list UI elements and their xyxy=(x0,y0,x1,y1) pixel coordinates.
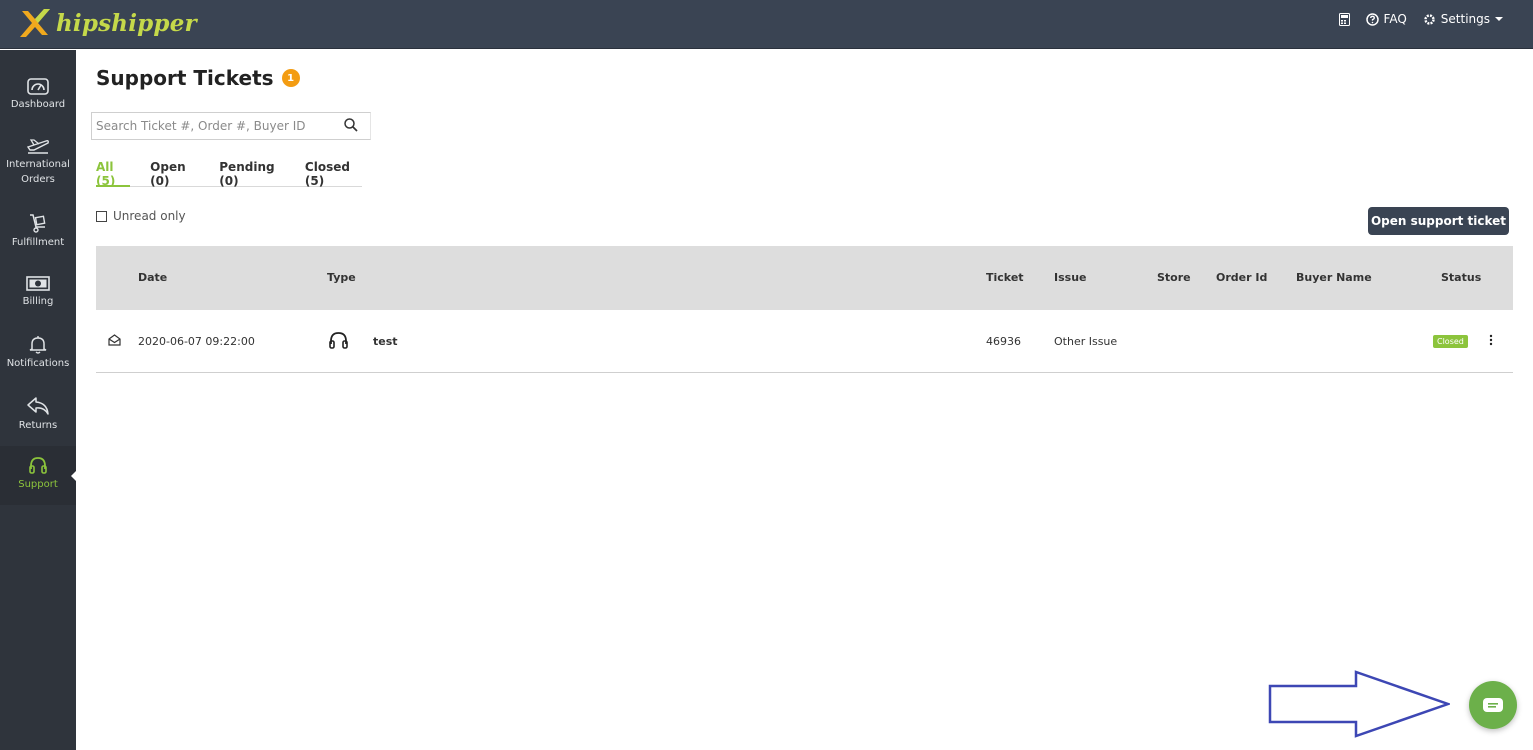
calculator-icon xyxy=(1338,12,1350,26)
sidebar-active-pointer xyxy=(71,468,79,484)
faq-link[interactable]: FAQ xyxy=(1365,12,1407,26)
settings-menu[interactable]: Settings xyxy=(1423,12,1503,26)
column-header-date[interactable]: Date xyxy=(138,271,167,284)
top-bar: hipshipper FAQ Settings xyxy=(0,0,1533,49)
column-header-issue[interactable]: Issue xyxy=(1054,271,1086,284)
search-box xyxy=(91,112,371,140)
return-arrow-icon xyxy=(27,397,49,415)
open-support-ticket-button[interactable]: Open support ticket xyxy=(1368,207,1509,235)
plane-icon xyxy=(26,139,49,154)
unread-count-badge: 1 xyxy=(281,69,300,87)
bell-icon xyxy=(29,336,47,354)
faq-label: FAQ xyxy=(1383,12,1407,26)
sidebar-item-support[interactable]: Support xyxy=(0,456,76,492)
envelope-open-icon xyxy=(108,334,121,346)
sidebar-item-returns[interactable]: Returns xyxy=(0,396,76,433)
cell-issue: Other Issue xyxy=(1054,335,1118,348)
sidebar: Dashboard International Orders Fulfillme… xyxy=(0,50,79,750)
page-title: Support Tickets 1 xyxy=(96,66,300,90)
ticket-tabs: All (5) Open (0) Pending (0) Closed (5) xyxy=(96,158,362,188)
sidebar-item-international-orders[interactable]: International Orders xyxy=(0,138,76,187)
column-header-order-id[interactable]: Order Id xyxy=(1216,271,1267,284)
unread-only-label: Unread only xyxy=(113,209,186,223)
unread-only-checkbox[interactable] xyxy=(96,210,107,222)
column-header-type[interactable]: Type xyxy=(327,271,356,284)
logo-text: hipshipper xyxy=(56,9,197,37)
sidebar-item-label: Notifications xyxy=(6,358,70,369)
table-row[interactable]: 2020-06-07 09:22:00 test 46936 Other Iss… xyxy=(96,311,1513,373)
sidebar-item-label: Support xyxy=(18,479,58,490)
annotation-arrow xyxy=(1268,670,1450,738)
banknote-icon xyxy=(26,276,50,291)
hand-truck-icon xyxy=(30,214,46,233)
tab-open[interactable]: Open (0) xyxy=(150,158,199,188)
sidebar-item-fulfillment[interactable]: Fulfillment xyxy=(0,213,76,250)
table-header: Date Type Ticket Issue Store Order Id Bu… xyxy=(96,246,1513,310)
status-badge: Closed xyxy=(1433,335,1468,348)
column-header-store[interactable]: Store xyxy=(1157,271,1191,284)
kebab-icon[interactable] xyxy=(1488,333,1494,347)
gear-icon xyxy=(1424,13,1435,25)
headset-icon xyxy=(29,457,47,474)
sidebar-item-label: Dashboard xyxy=(10,99,66,110)
settings-label: Settings xyxy=(1440,12,1490,26)
headset-icon xyxy=(329,332,348,349)
caret-down-icon xyxy=(1495,17,1503,21)
cell-ticket: 46936 xyxy=(986,335,1021,348)
search-input[interactable] xyxy=(92,113,332,139)
sidebar-item-billing[interactable]: Billing xyxy=(0,275,76,309)
help-circle-icon xyxy=(1365,12,1379,26)
top-nav: FAQ Settings xyxy=(1338,12,1503,26)
unread-only-filter[interactable]: Unread only xyxy=(96,209,186,223)
logo[interactable]: hipshipper xyxy=(18,7,197,39)
chat-icon xyxy=(1483,698,1503,712)
search-icon[interactable] xyxy=(344,118,358,132)
cell-type: test xyxy=(373,335,398,348)
column-header-buyer-name[interactable]: Buyer Name xyxy=(1296,271,1372,284)
cell-date: 2020-06-07 09:22:00 xyxy=(138,335,255,348)
sidebar-item-notifications[interactable]: Notifications xyxy=(0,335,76,371)
sidebar-item-label: Returns xyxy=(18,420,58,431)
tab-closed[interactable]: Closed (5) xyxy=(305,158,362,188)
column-header-status[interactable]: Status xyxy=(1441,271,1481,284)
column-header-ticket[interactable]: Ticket xyxy=(986,271,1024,284)
tab-all[interactable]: All (5) xyxy=(96,158,131,188)
logo-icon xyxy=(20,9,50,37)
sidebar-item-label: Billing xyxy=(22,296,54,307)
page-title-text: Support Tickets xyxy=(96,66,274,90)
sidebar-item-label: International Orders xyxy=(6,159,70,185)
sidebar-item-dashboard[interactable]: Dashboard xyxy=(0,78,76,112)
calculator-button[interactable] xyxy=(1338,12,1350,26)
tab-pending[interactable]: Pending (0) xyxy=(219,158,285,188)
chat-widget-button[interactable] xyxy=(1469,681,1517,729)
dashboard-icon xyxy=(27,78,49,95)
sidebar-item-label: Fulfillment xyxy=(11,237,65,248)
